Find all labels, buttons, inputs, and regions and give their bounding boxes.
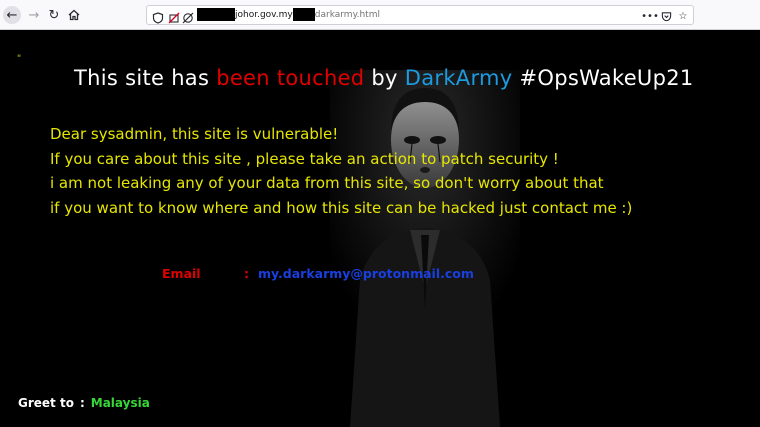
quote-mark: " <box>17 54 22 64</box>
bookmark-star-icon[interactable]: ☆ <box>677 10 689 22</box>
greet-row: Greet to: Malaysia <box>18 396 150 410</box>
defaced-page: " This site has been touched by DarkArmy… <box>0 30 760 427</box>
back-arrow-icon[interactable]: ← <box>3 6 21 24</box>
url-path: darkarmy.html <box>314 10 380 20</box>
shield-icon[interactable] <box>152 9 164 24</box>
more-options-icon[interactable]: ••• <box>641 10 659 22</box>
message-block: Dear sysadmin, this site is vulnerable! … <box>50 122 632 220</box>
pocket-icon[interactable] <box>660 10 672 22</box>
email-label: Email <box>162 266 201 281</box>
greet-separator: : <box>79 396 85 410</box>
no-tracking-icon[interactable] <box>168 9 180 24</box>
url-domain: johor.gov.my <box>235 10 293 20</box>
greet-country: Malaysia <box>90 396 150 410</box>
headline-part-3: by <box>364 66 405 90</box>
home-icon[interactable] <box>65 6 83 24</box>
message-line: Dear sysadmin, this site is vulnerable! <box>50 125 339 143</box>
permissions-icon[interactable] <box>182 9 194 24</box>
email-separator: : <box>244 266 249 281</box>
browser-toolbar: ← → ↻ johor.gov.my darkarmy.html ••• ☆ <box>0 0 760 30</box>
page-headline: This site has been touched by DarkArmy #… <box>74 66 694 90</box>
message-line: If you care about this site , please tak… <box>50 149 559 168</box>
reload-icon[interactable]: ↻ <box>45 6 63 24</box>
headline-hashtag: #OpsWakeUp21 <box>512 66 694 90</box>
message-line: i am not leaking any of your data from t… <box>50 174 604 192</box>
headline-part-1: This site has <box>74 66 217 90</box>
contact-row: Email: my.darkarmy@protonmail.com <box>162 266 474 281</box>
message-line: if you want to know where and how this s… <box>50 198 633 217</box>
forward-arrow-icon[interactable]: → <box>25 6 43 24</box>
email-address: my.darkarmy@protonmail.com <box>258 266 474 281</box>
headline-touched: been touched <box>216 66 365 90</box>
url-text: johor.gov.my darkarmy.html <box>197 8 380 21</box>
headline-darkarmy: DarkArmy <box>404 66 513 90</box>
address-bar[interactable]: johor.gov.my darkarmy.html ••• ☆ <box>146 5 694 25</box>
greet-label: Greet to <box>18 396 74 410</box>
